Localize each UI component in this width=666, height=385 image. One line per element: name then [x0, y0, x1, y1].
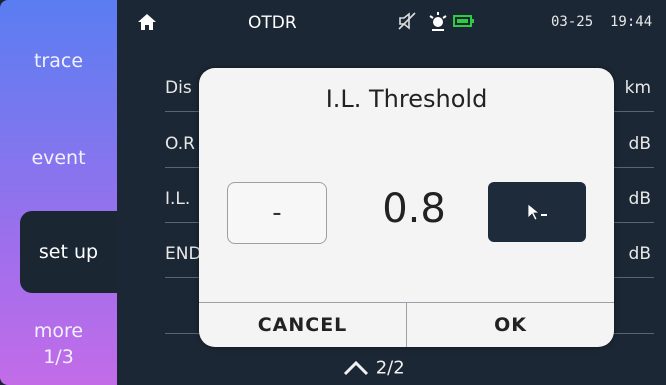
- row-label-il: I.L.: [165, 189, 191, 209]
- row-unit-or: dB: [628, 134, 651, 154]
- sidebar-page-indicator: 1/3: [43, 346, 74, 368]
- row-unit-distance: km: [624, 78, 651, 98]
- page-navigator[interactable]: 2/2: [342, 357, 405, 379]
- il-threshold-dialog: I.L. Threshold - 0.8 CANCEL OK: [199, 68, 614, 347]
- row-label-end: END: [165, 244, 202, 264]
- row-label-or: O.R: [165, 134, 195, 154]
- sidebar-item-label: event: [31, 147, 86, 169]
- app-title: OTDR: [248, 13, 297, 33]
- chevron-up-icon[interactable]: [342, 360, 370, 376]
- home-icon[interactable]: [137, 12, 157, 36]
- sidebar-item-more[interactable]: more 1/3: [0, 318, 117, 370]
- status-bar: OTDR 03-25 19:44: [117, 0, 666, 48]
- sidebar-item-label: trace: [33, 50, 84, 72]
- datetime: 03-25 19:44: [551, 14, 653, 30]
- sidebar-item-trace[interactable]: trace: [0, 50, 117, 72]
- sidebar: trace event set up more 1/3: [0, 0, 117, 385]
- dialog-button-bar: CANCEL OK: [199, 302, 614, 347]
- mute-icon: [396, 10, 418, 36]
- sidebar-item-setup[interactable]: set up: [20, 211, 117, 293]
- battery-icon: [453, 13, 475, 32]
- cancel-button[interactable]: CANCEL: [199, 303, 407, 347]
- decrement-button[interactable]: -: [227, 182, 327, 244]
- decrement-label: -: [272, 198, 282, 228]
- pointer-icon: [527, 203, 547, 221]
- dialog-title: I.L. Threshold: [325, 85, 488, 113]
- sidebar-item-label: set up: [38, 241, 99, 263]
- threshold-value: 0.8: [382, 186, 446, 232]
- row-label-distance: Dis: [165, 78, 192, 98]
- laser-icon: [428, 10, 448, 36]
- sidebar-item-event[interactable]: event: [0, 147, 117, 169]
- row-unit-end: dB: [628, 244, 651, 264]
- page-indicator: 2/2: [375, 357, 405, 379]
- sidebar-item-label: more: [33, 320, 84, 342]
- row-unit-il: dB: [628, 189, 651, 209]
- ok-button[interactable]: OK: [407, 303, 614, 347]
- increment-button[interactable]: [488, 182, 586, 242]
